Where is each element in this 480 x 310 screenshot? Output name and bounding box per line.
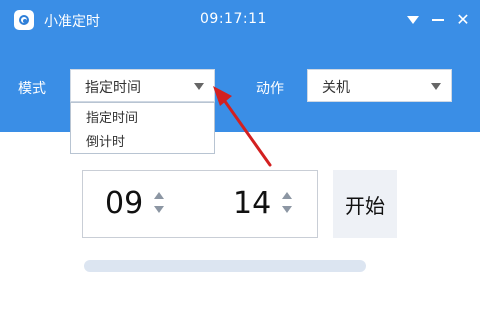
hours-value[interactable]: 09 [105, 186, 143, 221]
time-input-box: 09 14 [82, 170, 318, 238]
minimize-icon[interactable] [426, 8, 450, 32]
chevron-down-icon [431, 83, 441, 90]
hours-stepper[interactable] [153, 192, 165, 220]
minutes-stepper[interactable] [281, 192, 293, 220]
chevron-down-icon [194, 83, 204, 90]
app-logo-icon [14, 10, 34, 30]
increment-icon[interactable] [154, 192, 164, 199]
title-bar: 小准定时 09:17:11 ✕ [0, 0, 480, 40]
action-select[interactable]: 关机 [307, 69, 452, 102]
minutes-value[interactable]: 14 [233, 186, 271, 221]
mode-label: 模式 [18, 81, 46, 97]
mode-select[interactable]: 指定时间 [70, 69, 215, 102]
app-title: 小准定时 [44, 14, 100, 30]
dropdown-option-specified-time[interactable]: 指定时间 [86, 107, 138, 126]
dropdown-option-countdown[interactable]: 倒计时 [86, 131, 125, 150]
close-icon[interactable]: ✕ [451, 8, 475, 32]
decrement-icon[interactable] [154, 206, 164, 213]
mode-dropdown-list: 指定时间 倒计时 [70, 102, 215, 154]
start-button[interactable]: 开始 [333, 170, 397, 238]
action-select-value: 关机 [322, 80, 350, 96]
mode-select-value: 指定时间 [85, 80, 141, 96]
dropdown-triangle-icon[interactable] [401, 8, 425, 32]
current-time: 09:17:11 [200, 11, 267, 27]
app-window: 小准定时 09:17:11 ✕ 模式 指定时间 动作 关机 指定时间 倒计时 0… [0, 0, 480, 310]
action-label: 动作 [256, 81, 284, 97]
increment-icon[interactable] [282, 192, 292, 199]
progress-bar [84, 260, 366, 272]
decrement-icon[interactable] [282, 206, 292, 213]
